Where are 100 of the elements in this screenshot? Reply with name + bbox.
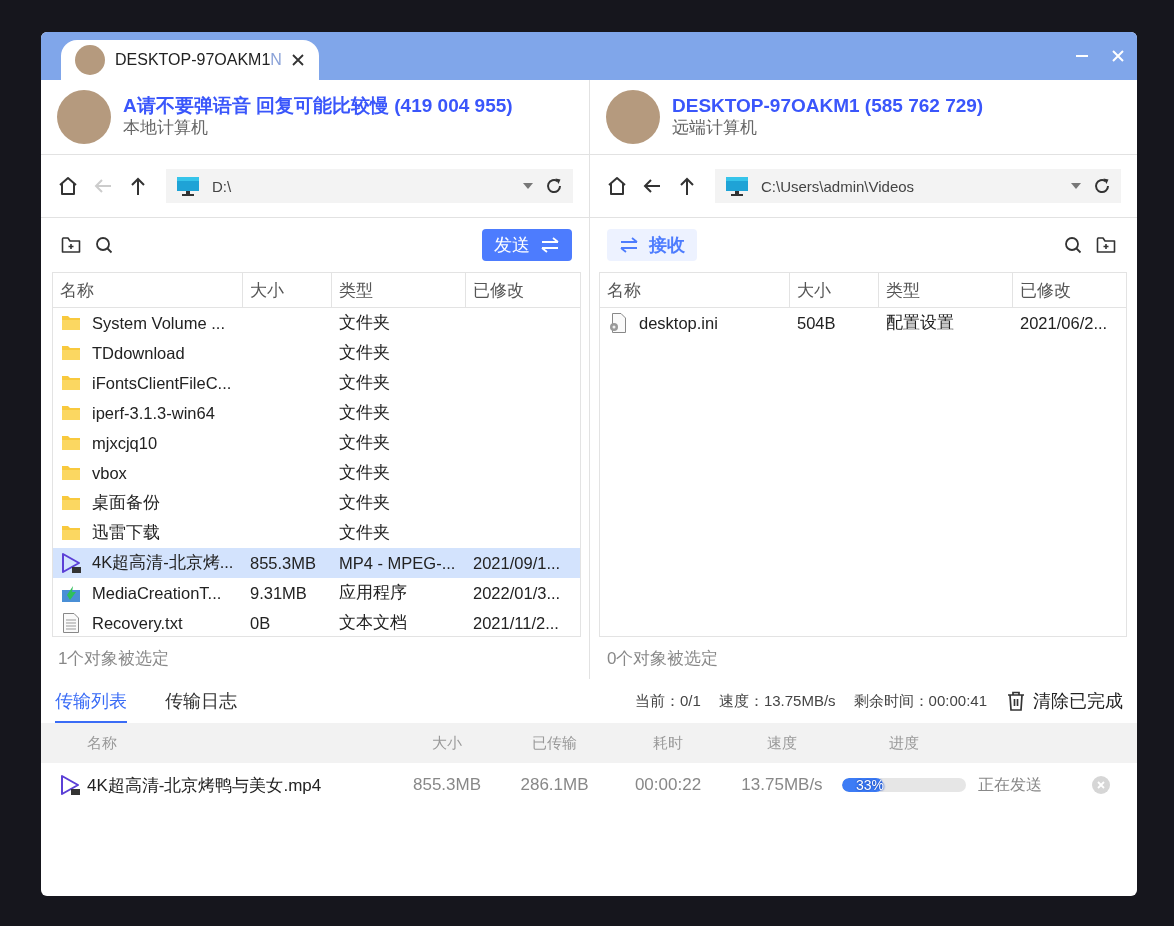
search-icon[interactable] <box>95 236 113 254</box>
folder-icon <box>61 465 81 481</box>
swap-arrows-icon <box>540 237 560 253</box>
file-row[interactable]: mjxcjq10 文件夹 <box>53 428 580 458</box>
computer-role: 远端计算机 <box>672 117 758 139</box>
transfer-stat: 剩余时间：00:00:41 <box>853 691 987 711</box>
file-name: Recovery.txt <box>92 613 183 633</box>
computer-name: DESKTOP-97OAKM1 (585 762 729) <box>672 95 984 117</box>
avatar-placeholder <box>606 90 660 144</box>
column-header[interactable]: 名称 <box>600 273 790 307</box>
file-type: 文件夹 <box>339 433 390 451</box>
file-row[interactable]: iperf-3.1.3-win64 文件夹 <box>53 398 580 428</box>
monitor-icon <box>176 175 200 197</box>
file-row[interactable]: Recovery.txt 0B 文本文档 2021/11/2... <box>53 608 580 636</box>
home-icon[interactable] <box>57 175 79 197</box>
monitor-icon <box>725 175 749 197</box>
computer-role: 本地计算机 <box>123 117 209 139</box>
refresh-icon[interactable] <box>1093 177 1111 195</box>
column-header[interactable]: 名称 <box>53 273 243 307</box>
clear-completed-button[interactable]: 清除已完成 <box>1007 689 1123 713</box>
file-row[interactable]: desktop.ini 504B 配置设置 2021/06/2... <box>600 308 1126 338</box>
folder-icon <box>61 525 81 541</box>
trash-icon <box>1007 691 1025 711</box>
elapsed-time: 00:00:22 <box>633 775 703 795</box>
transfer-speed: 13.75MB/s <box>740 775 824 795</box>
file-size: 9.31MB <box>250 583 307 602</box>
column-header[interactable]: 大小 <box>243 273 332 307</box>
file-name: MediaCreationT... <box>92 583 222 603</box>
file-type: 文件夹 <box>339 373 390 391</box>
column-header[interactable]: 已修改 <box>1013 273 1126 307</box>
file-type: MP4 - MPEG-... <box>339 553 456 572</box>
file-row[interactable]: iFontsClientFileC... 文件夹 <box>53 368 580 398</box>
file-name: 4K超高清-北京烤鸭与美女.mp4 <box>87 774 323 797</box>
file-name: System Volume ... <box>92 313 225 333</box>
file-name: vbox <box>92 463 127 483</box>
file-name: TDdownload <box>92 343 185 363</box>
swap-arrows-icon <box>619 237 639 253</box>
refresh-icon[interactable] <box>545 177 563 195</box>
file-name: 迅雷下载 <box>92 522 160 543</box>
file-type: 文件夹 <box>339 343 390 361</box>
transfer-stat: 速度：13.75MB/s <box>718 691 836 711</box>
path-field[interactable]: C:\Users\admin\Videos <box>715 169 1121 203</box>
folder-icon <box>61 405 81 421</box>
column-header[interactable]: 已修改 <box>466 273 580 307</box>
file-type: 文件夹 <box>339 523 390 541</box>
file-type: 文件夹 <box>339 493 390 511</box>
column-header: 名称 <box>87 733 118 753</box>
folder-icon <box>61 435 81 451</box>
column-header[interactable]: 类型 <box>879 273 1013 307</box>
send-button[interactable]: 发送 <box>482 229 572 261</box>
file-type: 配置设置 <box>886 313 954 331</box>
file-row[interactable]: System Volume ... 文件夹 <box>53 308 580 338</box>
modified-date: 2021/06/2... <box>1020 313 1108 332</box>
dropdown-caret-icon[interactable] <box>1071 183 1081 189</box>
file-name: iFontsClientFileC... <box>92 373 232 393</box>
video-file-icon <box>60 552 82 574</box>
file-row[interactable]: 桌面备份 文件夹 <box>53 488 580 518</box>
tab-title: DESKTOP-97OAKM1N <box>115 51 282 69</box>
transfer-stat: 当前：0/1 <box>635 691 701 711</box>
file-row[interactable]: TDdownload 文件夹 <box>53 338 580 368</box>
transferred-size: 286.1MB <box>519 775 590 795</box>
file-type: 文件夹 <box>339 463 390 481</box>
file-name: iperf-3.1.3-win64 <box>92 403 215 423</box>
folder-icon <box>61 495 81 511</box>
modified-date: 2021/09/1... <box>473 553 561 572</box>
close-tab-icon[interactable] <box>291 54 304 66</box>
file-type: 文本文档 <box>339 613 407 631</box>
computer-name: A请不要弹语音 回复可能比较慢 (419 004 955) <box>123 95 513 117</box>
file-type: 文件夹 <box>339 403 390 421</box>
dropdown-caret-icon[interactable] <box>523 183 533 189</box>
column-header[interactable]: 类型 <box>332 273 466 307</box>
new-folder-icon[interactable] <box>61 236 81 254</box>
window-tab[interactable]: DESKTOP-97OAKM1N <box>61 40 319 80</box>
column-header[interactable]: 大小 <box>790 273 879 307</box>
new-folder-icon[interactable] <box>1096 236 1116 254</box>
home-icon[interactable] <box>606 175 628 197</box>
column-header: 耗时 <box>652 733 684 753</box>
file-row[interactable]: MediaCreationT... 9.31MB 应用程序 2022/01/3... <box>53 578 580 608</box>
column-header: 速度 <box>766 733 798 753</box>
selection-status: 0个对象被选定 <box>607 647 719 670</box>
column-header: 已传输 <box>531 733 578 753</box>
tab[interactable]: 传输日志 <box>165 679 237 723</box>
file-type: 文件夹 <box>339 313 390 331</box>
folder-icon <box>61 345 81 361</box>
file-size: 0B <box>250 613 271 632</box>
file-row[interactable]: vbox 文件夹 <box>53 458 580 488</box>
file-size: 504B <box>797 313 836 332</box>
file-name: desktop.ini <box>639 313 718 333</box>
file-row[interactable]: 4K超高清-北京烤... 855.3MB MP4 - MPEG-... 2021/09/1... <box>53 548 580 578</box>
avatar-placeholder <box>75 45 105 75</box>
avatar-placeholder <box>57 90 111 144</box>
search-icon[interactable] <box>1064 236 1082 254</box>
column-header: 进度 <box>888 733 920 753</box>
video-file-icon <box>59 774 81 796</box>
modified-date: 2021/11/2... <box>473 613 559 632</box>
folder-icon <box>61 315 81 331</box>
path-field[interactable]: D:\ <box>166 169 573 203</box>
file-row[interactable]: 迅雷下载 文件夹 <box>53 518 580 548</box>
file-name: mjxcjq10 <box>92 433 158 453</box>
modified-date: 2022/01/3... <box>473 583 561 602</box>
